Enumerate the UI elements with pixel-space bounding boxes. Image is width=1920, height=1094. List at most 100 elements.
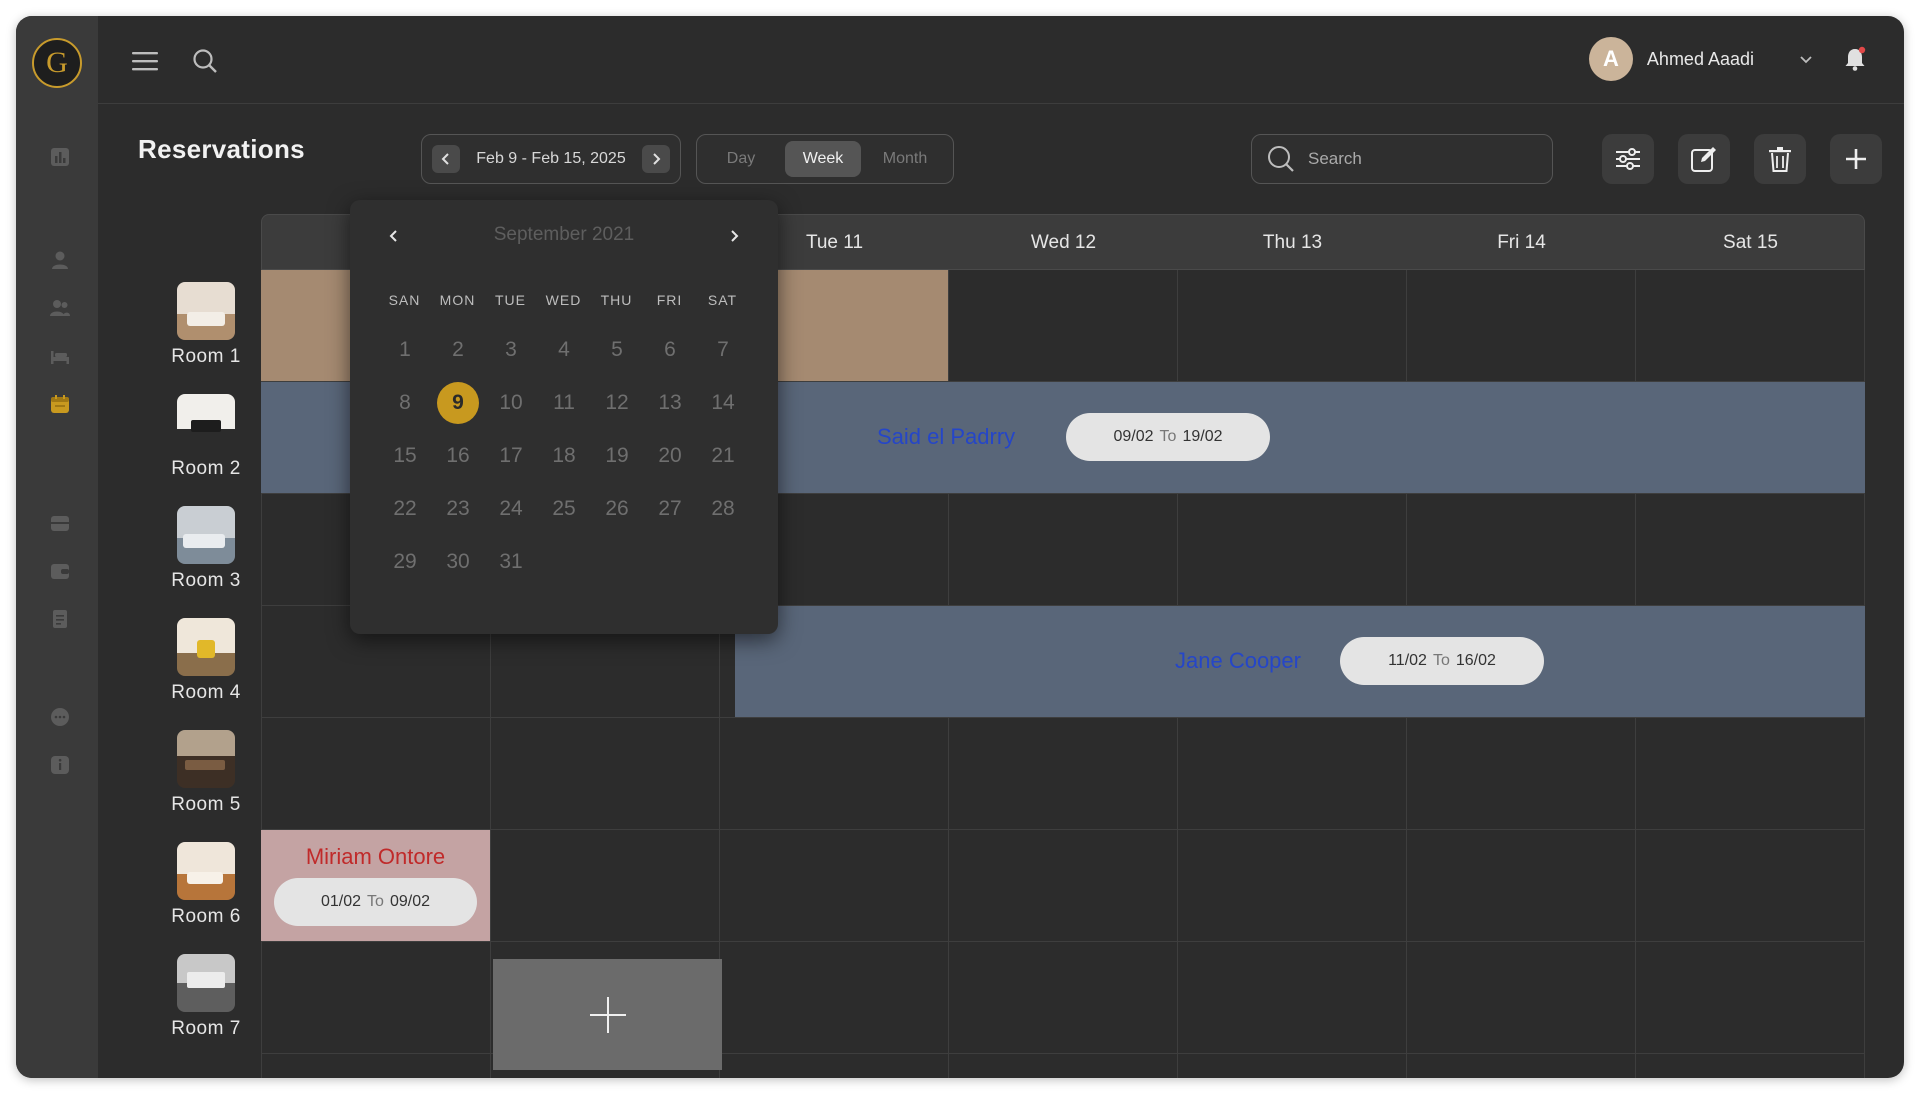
picker-day[interactable]: 15 — [384, 435, 426, 477]
user-name[interactable]: Ahmed Aaadi — [1647, 49, 1754, 70]
picker-day[interactable]: 16 — [437, 435, 479, 477]
weekday-label: SAN — [388, 292, 421, 308]
picker-day[interactable]: 31 — [490, 541, 532, 583]
room-row-label[interactable]: Room 3 — [146, 506, 266, 592]
room-thumbnail — [177, 282, 235, 340]
filter-button[interactable] — [1602, 134, 1654, 184]
bed-icon[interactable] — [49, 345, 71, 367]
room-name: Room 7 — [171, 1018, 241, 1039]
picker-day[interactable]: 30 — [437, 541, 479, 583]
app-frame: G A Ahmed Aaadi Reservations Feb 9 - Feb… — [16, 16, 1904, 1078]
picker-day[interactable]: 18 — [543, 435, 585, 477]
weekday-label: MON — [439, 292, 476, 308]
picker-day[interactable]: 27 — [649, 488, 691, 530]
search-icon — [1268, 146, 1294, 172]
picker-day[interactable]: 13 — [649, 382, 691, 424]
view-day-button[interactable]: Day — [703, 141, 779, 177]
inbox-icon[interactable] — [49, 512, 71, 534]
weekday-label: THU — [600, 292, 633, 308]
picker-day[interactable]: 4 — [543, 329, 585, 371]
guest-name: Jane Cooper — [1175, 648, 1301, 673]
room-name: Room 5 — [171, 794, 241, 815]
picker-day[interactable]: 12 — [596, 382, 638, 424]
booking-jane-cooper[interactable]: Jane Cooper 11/02 To 16/02 — [735, 606, 1865, 717]
room-row-label[interactable]: Room 7 — [146, 954, 266, 1040]
picker-day[interactable]: 23 — [437, 488, 479, 530]
picker-day[interactable]: 10 — [490, 382, 532, 424]
picker-day[interactable]: 28 — [702, 488, 744, 530]
add-reservation-button[interactable] — [1830, 134, 1882, 184]
room-row-label[interactable]: Room 6 — [146, 842, 266, 928]
prev-week-button[interactable] — [432, 145, 460, 173]
view-week-button[interactable]: Week — [785, 141, 861, 177]
search-icon[interactable] — [190, 46, 220, 76]
trash-icon — [1769, 147, 1791, 172]
day-header: Thu 13 — [1262, 232, 1323, 253]
room-name: Room 1 — [171, 346, 241, 367]
picker-day[interactable]: 19 — [596, 435, 638, 477]
picker-day[interactable]: 22 — [384, 488, 426, 530]
next-month-button[interactable] — [724, 226, 744, 246]
notification-bell-icon[interactable] — [1842, 46, 1868, 72]
view-toggle: Day Week Month — [696, 134, 954, 184]
picker-day[interactable]: 6 — [649, 329, 691, 371]
info-icon[interactable] — [49, 754, 71, 776]
view-month-button[interactable]: Month — [867, 141, 943, 177]
guest-name: Said el Padrry — [877, 424, 1016, 449]
room-row-label[interactable]: Room 1 — [146, 282, 266, 368]
date-picker-popup: September 2021 SAN MON TUE WED THU FRI S… — [350, 200, 778, 634]
picker-day[interactable]: 29 — [384, 541, 426, 583]
date-range-label[interactable]: Feb 9 - Feb 15, 2025 — [476, 150, 625, 168]
chevron-down-icon[interactable] — [1798, 51, 1814, 67]
avatar[interactable]: A — [1588, 37, 1633, 81]
picker-day[interactable]: 21 — [702, 435, 744, 477]
day-header: Sat 15 — [1723, 232, 1778, 253]
weekday-label: WED — [545, 292, 582, 308]
edit-button[interactable] — [1678, 134, 1730, 184]
user-menu[interactable]: A Ahmed Aaadi — [1588, 36, 1814, 82]
menu-icon[interactable] — [130, 46, 160, 76]
chat-icon[interactable] — [49, 706, 71, 728]
next-week-button[interactable] — [642, 145, 670, 173]
booking-dates: 09/02 To 19/02 — [1066, 413, 1270, 461]
picker-day[interactable]: 26 — [596, 488, 638, 530]
dashboard-icon[interactable] — [49, 146, 71, 168]
room-thumbnail — [177, 730, 235, 788]
weekday-label: SAT — [707, 292, 738, 308]
room-name: Room 4 — [171, 682, 241, 703]
booking-dates: 01/02 To 09/02 — [274, 878, 477, 926]
room-name: Room 2 — [171, 458, 241, 479]
delete-button[interactable] — [1754, 134, 1806, 184]
wallet-icon[interactable] — [49, 560, 71, 582]
picker-day[interactable]: 1 — [384, 329, 426, 371]
users-group-icon[interactable] — [49, 297, 71, 319]
top-bar: A Ahmed Aaadi — [98, 16, 1904, 104]
picker-day[interactable]: 2 — [437, 329, 479, 371]
room-name: Room 6 — [171, 906, 241, 927]
search-input[interactable] — [1308, 149, 1528, 169]
picker-day[interactable]: 17 — [490, 435, 532, 477]
room-name: Room 3 — [171, 570, 241, 591]
room-row-label[interactable]: Room 5 — [146, 730, 266, 816]
picker-day[interactable]: 9 — [437, 382, 479, 424]
picker-day[interactable]: 24 — [490, 488, 532, 530]
user-icon[interactable] — [49, 249, 71, 271]
room-thumbnail — [177, 506, 235, 564]
calendar-icon[interactable] — [49, 393, 71, 415]
picker-day[interactable]: 3 — [490, 329, 532, 371]
room-row-label[interactable]: Room 4 — [146, 618, 266, 704]
picker-day[interactable]: 7 — [702, 329, 744, 371]
picker-day[interactable]: 20 — [649, 435, 691, 477]
room-row-label[interactable]: Room 2 — [146, 394, 266, 480]
app-logo[interactable]: G — [32, 38, 82, 88]
picker-day[interactable]: 14 — [702, 382, 744, 424]
picker-day[interactable]: 11 — [543, 382, 585, 424]
room-thumbnail — [177, 954, 235, 1012]
plus-icon — [589, 996, 626, 1033]
picker-day[interactable]: 25 — [543, 488, 585, 530]
add-booking-cell[interactable] — [493, 959, 722, 1070]
picker-day[interactable]: 8 — [384, 382, 426, 424]
document-icon[interactable] — [49, 608, 71, 630]
picker-day[interactable]: 5 — [596, 329, 638, 371]
booking-miriam-ontore[interactable]: Miriam Ontore 01/02 To 09/02 — [261, 830, 490, 941]
